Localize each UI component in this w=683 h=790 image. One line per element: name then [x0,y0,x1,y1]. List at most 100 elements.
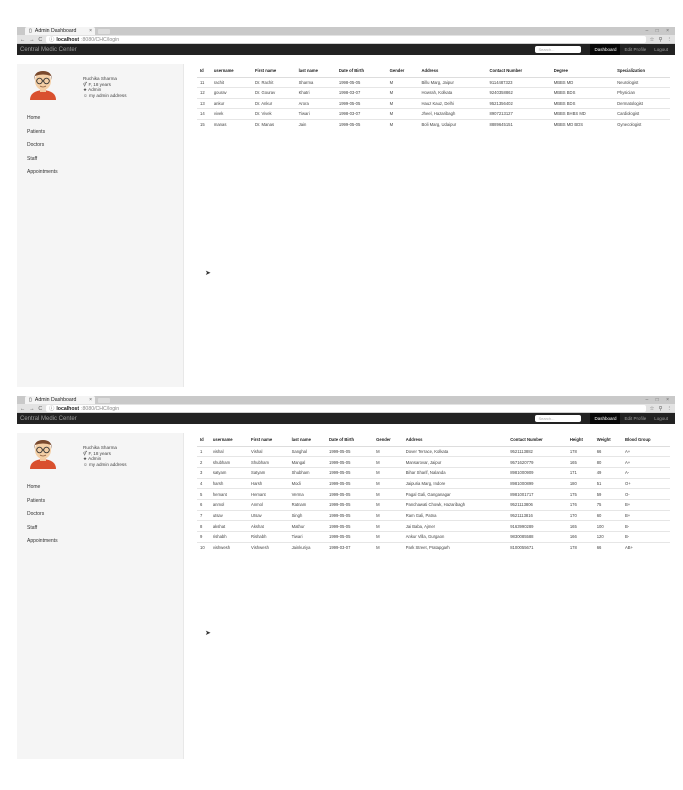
table-row[interactable]: 5 hemant Hemant Verma 1999-05-05 M Pagal Gali,… [197,488,670,500]
menu-dots-icon[interactable]: ⋮ [667,37,673,43]
table-cell: 1999-05-05 [325,477,374,489]
sidebar-item-home[interactable]: Home [27,115,58,129]
table-row[interactable]: 11 rachit Dr. Rachit Sharma 1998-05-05 M Billu… [197,76,670,88]
gender-icon: ⚥ [83,81,88,87]
table-cell: 170 [566,509,594,521]
nav-dashboard[interactable]: Dashboard [590,413,621,424]
sidebar-item-doctors[interactable]: Doctors [27,511,58,525]
table-cell: 3 [197,466,210,479]
reload-icon[interactable]: C [38,37,42,43]
new-tab-button[interactable] [98,398,110,403]
close-tab-icon[interactable]: × [89,28,92,34]
column-header: Gender [373,433,403,447]
table-cell: 1998-05-05 [335,76,387,88]
profile-info: Ruchika Sharma ⚥ F, 18 years ★ Admin ☺ m… [83,76,127,98]
table-cell: 66 [593,541,622,553]
sidebar-item-staff[interactable]: Staff [27,525,58,539]
table-cell: M [373,466,403,479]
table-row[interactable]: 14 vivek Dr. Vivek Tiwari 1998-03-07 M Jheel, … [197,108,670,119]
forward-icon[interactable]: → [29,406,34,412]
table-cell: M [373,445,403,457]
back-icon[interactable]: ← [20,406,25,412]
new-tab-button[interactable] [98,29,110,34]
table-row[interactable]: 3 satyam Satyam Shubham 1999-05-05 M Bihar Sha… [197,466,670,479]
sidebar-item-patients[interactable]: Patients [27,498,58,512]
brand-title[interactable]: Central Medic Center [20,47,77,53]
window-controls[interactable]: – □ × [646,28,673,34]
table-cell: 15 [197,118,211,130]
nav-logout[interactable]: Logout [650,44,672,55]
nav-edit-profile[interactable]: Edit Profile [620,413,650,424]
table-cell: Vishwesh [248,541,289,553]
sidebar-item-appointments[interactable]: Appointments [27,538,58,552]
table-cell: Vishal [248,445,289,457]
close-tab-icon[interactable]: × [89,397,92,403]
table-row[interactable]: 1 vishal Vishal Sanghal 1999-05-05 M Dover Ter… [197,445,670,457]
table-cell: Dr. Ankur [251,97,296,109]
extension-icon[interactable]: ⚲ [658,406,662,412]
table-cell: Khatri [295,87,336,98]
table-cell: A+ [622,456,670,468]
table-cell: 165 [566,520,594,532]
bookmark-star-icon[interactable]: ☆ [650,37,655,43]
bookmark-star-icon[interactable]: ☆ [650,406,655,412]
nav-edit-profile[interactable]: Edit Profile [620,44,650,55]
table-row[interactable]: 2 shubham Shubham Mangal 1999-05-05 M Mansarov… [197,456,670,468]
table-row[interactable]: 9 rishabh Rishabh Tiwari 1999-05-05 M Ankur Vi… [197,531,670,543]
browser-tab[interactable]: ▯ Admin Dashboard × [25,396,95,404]
search-input[interactable]: Search... [535,415,582,422]
window-doctors: ▯ Admin Dashboard × – □ × ← → C ⓘ localh… [17,27,675,387]
sidebar-item-patients[interactable]: Patients [27,129,58,143]
table-row[interactable]: 12 gourav Dr. Gourav Khatri 1998-03-07 M Howra… [197,87,670,98]
menu-dots-icon[interactable]: ⋮ [667,406,673,412]
address-bar[interactable]: ⓘ localhost:8080/CHC/login [46,405,646,412]
sidebar-item-doctors[interactable]: Doctors [27,142,58,156]
table-cell: Ankur Villa, Gurgaon [402,531,508,543]
table-cell: 9521113882 [507,445,567,457]
nav-dashboard[interactable]: Dashboard [590,44,621,55]
table-cell: Mathur [288,520,326,532]
tab-title: Admin Dashboard [34,397,77,403]
table-cell: vishwesh [209,541,249,553]
table-cell: 9521113816 [507,509,567,521]
profile-info: Ruchika Sharma ⚥ F, 18 years ★ Admin ☺ m… [83,445,127,467]
table-row[interactable]: 13 ankur Dr. Ankur Arora 1999-05-05 M Hauz Kau… [197,97,670,109]
table-cell: Shubham [288,466,326,479]
extension-icon[interactable]: ⚲ [658,37,662,43]
table-cell: 8100055671 [507,541,567,553]
reload-icon[interactable]: C [38,406,42,412]
sidebar-item-home[interactable]: Home [27,484,58,498]
table-cell: shubham [209,456,249,468]
forward-icon[interactable]: → [29,37,34,43]
table-cell: 9571620779 [507,456,567,468]
table-cell: 178 [566,541,594,553]
column-header: username [209,433,249,447]
table-cell: 14 [197,108,211,119]
brand-title[interactable]: Central Medic Center [20,416,77,422]
table-cell: Jaipuria Marg, Indore [402,477,508,489]
browser-tab[interactable]: ▯ Admin Dashboard × [25,27,95,35]
table-row[interactable]: 6 anmol Anmol Ratnam 1999-05-05 M Panchawati C… [197,498,670,511]
table-cell: Jain [295,118,336,130]
doctors-table-container: Id username First name last name Date of Bir… [197,64,670,130]
table-row[interactable]: 8 akshat Akshat Mathur 1999-05-05 M Jai Baba, … [197,520,670,532]
table-cell: 1999-05-05 [325,531,374,543]
table-row[interactable]: 10 vishwesh Vishwesh Jainkuriya 1999-03-07 M P… [197,541,670,553]
table-cell: 178 [566,445,594,457]
window-controls[interactable]: – □ × [646,397,673,403]
table-cell: Panchawati Chowk, Hazaribagh [402,498,508,511]
table-cell: Satyam [248,466,289,479]
back-icon[interactable]: ← [20,37,25,43]
table-cell: 9163990289 [507,520,567,532]
table-row[interactable]: 4 harsh Harsh Modi 1999-05-05 M Jaipuria Marg,… [197,477,670,489]
table-cell: 8981000909 [507,466,567,479]
nav-logout[interactable]: Logout [650,413,672,424]
table-row[interactable]: 15 manas Dr. Manas Jain 1999-05-05 M Boli Marg… [197,118,670,130]
address-bar[interactable]: ⓘ localhost:8080/CHC/login [46,36,646,43]
sidebar-item-appointments[interactable]: Appointments [27,169,58,183]
table-cell: Modi [288,477,326,489]
search-input[interactable]: Search... [535,46,582,53]
tab-title: Admin Dashboard [34,28,77,34]
sidebar-item-staff[interactable]: Staff [27,156,58,170]
table-row[interactable]: 7 utsav Utsav Singh 1999-05-05 M Ram Gali, Pat… [197,509,670,521]
